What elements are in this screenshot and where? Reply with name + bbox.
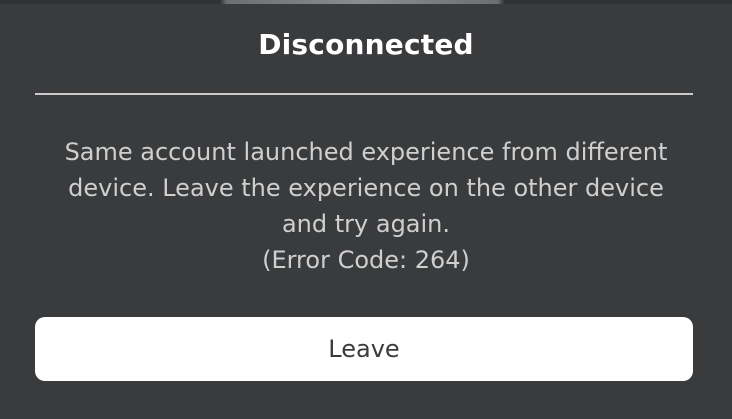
leave-button[interactable]: Leave xyxy=(35,317,693,381)
message-line: Same account launched experience from di… xyxy=(64,138,668,166)
title-divider xyxy=(35,93,693,95)
error-message: Same account launched experience from di… xyxy=(20,134,712,278)
error-code: (Error Code: 264) xyxy=(262,246,470,274)
message-line: and try again. xyxy=(281,210,451,238)
background-strip xyxy=(0,0,732,4)
dialog-title: Disconnected xyxy=(258,28,474,61)
message-line: device. Leave the experience on the othe… xyxy=(68,174,664,202)
disconnected-dialog: Disconnected Same account launched exper… xyxy=(0,0,732,419)
